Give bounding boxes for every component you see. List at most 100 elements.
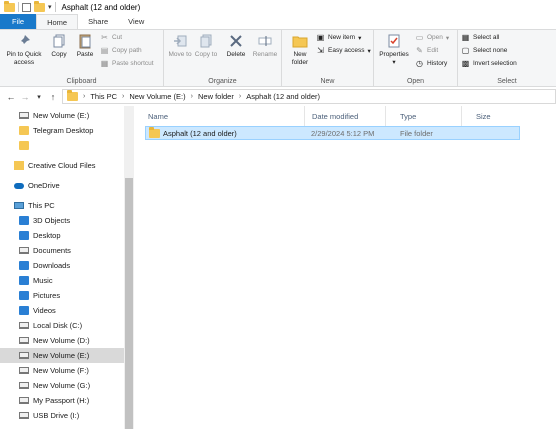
table-row[interactable]: Asphalt (12 and older) 2/29/2024 5:12 PM… (145, 126, 520, 140)
nav-item-desktop[interactable]: Desktop (0, 228, 124, 243)
copy-path-button[interactable]: ▤ Copy path (100, 46, 142, 55)
address-bar[interactable]: › This PC › New Volume (E:) › New folder… (62, 89, 556, 104)
drive-icon (19, 367, 29, 374)
column-header-date-modified[interactable]: Date modified (298, 106, 386, 126)
properties-button[interactable]: Properties ▾ (377, 33, 411, 67)
column-header-name[interactable]: Name (134, 106, 305, 126)
drive-icon (19, 352, 29, 359)
select-all-icon: ▦ (461, 33, 470, 42)
select-none-icon: ▢ (461, 46, 470, 55)
back-arrow-icon[interactable]: ← (4, 92, 18, 102)
breadcrumb-new-folder[interactable]: New folder (198, 92, 234, 101)
invert-selection-icon: ▩ (461, 59, 470, 68)
tab-home[interactable]: Home (36, 14, 79, 29)
history-button[interactable]: ◷ History (415, 59, 447, 68)
tab-file[interactable]: File (0, 14, 37, 29)
column-header-type[interactable]: Type (386, 106, 462, 126)
tab-share[interactable]: Share (78, 14, 118, 29)
nav-item-new-volume-f[interactable]: New Volume (F:) (0, 363, 124, 378)
customize-quick-access-icon[interactable]: ▾ (48, 3, 52, 11)
nav-item-music[interactable]: Music (0, 273, 124, 288)
pin-to-quick-access-button[interactable]: Pin to Quick access (3, 33, 45, 67)
nav-item-new-volume-e-selected[interactable]: New Volume (E:) (0, 348, 124, 363)
desktop-icon (19, 231, 29, 240)
column-header-size[interactable]: Size (462, 106, 522, 126)
rename-icon (257, 33, 273, 49)
nav-item-this-pc[interactable]: This PC (0, 198, 124, 213)
drive-icon (19, 337, 29, 344)
nav-item-new-volume-d[interactable]: New Volume (D:) (0, 333, 124, 348)
nav-item-pictures[interactable]: Pictures (0, 288, 124, 303)
cut-button[interactable]: ✂ Cut (100, 33, 122, 42)
chevron-right-icon[interactable]: › (239, 93, 241, 100)
forward-arrow-icon[interactable]: → (18, 92, 32, 102)
up-arrow-icon[interactable]: ↑ (46, 92, 60, 102)
nav-item-onedrive[interactable]: OneDrive (0, 178, 124, 193)
creative-cloud-icon (14, 161, 24, 170)
folder-icon (19, 141, 29, 150)
new-folder-icon (292, 33, 308, 49)
copy-button[interactable]: Copy (48, 33, 70, 59)
nav-item-creative-cloud-files[interactable]: Creative Cloud Files (0, 158, 124, 173)
new-folder-quick-icon[interactable] (34, 0, 45, 12)
breadcrumb-asphalt[interactable]: Asphalt (12 and older) (246, 92, 320, 101)
properties-quick-icon[interactable] (22, 2, 31, 12)
invert-selection-button[interactable]: ▩ Invert selection (461, 59, 517, 68)
folder-icon (19, 126, 29, 135)
organize-group: Move to Copy to Delete Rename Organize (164, 30, 282, 87)
copy-to-button[interactable]: Copy to (194, 33, 218, 59)
easy-access-button[interactable]: ⇲ Easy access ▾ (316, 46, 371, 55)
paste-icon (77, 33, 93, 49)
pin-icon (16, 33, 32, 49)
nav-item-telegram-desktop[interactable]: Telegram Desktop (0, 123, 124, 138)
ribbon: Pin to Quick access Copy Paste ✂ Cut ▤ C… (0, 29, 556, 87)
nav-item-folder[interactable] (0, 138, 124, 153)
copy-path-icon: ▤ (100, 46, 109, 55)
breadcrumb-new-volume-e[interactable]: New Volume (E:) (129, 92, 185, 101)
chevron-right-icon[interactable]: › (122, 93, 124, 100)
window-title: Asphalt (12 and older) (61, 2, 141, 12)
documents-icon (19, 247, 29, 254)
rename-button[interactable]: Rename (251, 33, 279, 59)
delete-x-icon (228, 33, 244, 49)
nav-item-documents[interactable]: Documents (0, 243, 124, 258)
nav-item-videos[interactable]: Videos (0, 303, 124, 318)
nav-item-usb-drive-i[interactable]: USB Drive (I:) (0, 408, 124, 423)
breadcrumb-this-pc[interactable]: This PC (90, 92, 117, 101)
delete-button[interactable]: Delete (224, 33, 248, 59)
chevron-right-icon: › (83, 93, 86, 100)
chevron-right-icon[interactable]: › (191, 93, 193, 100)
recent-locations-chevron-icon[interactable]: ▾ (32, 93, 46, 101)
nav-item-my-passport-h[interactable]: My Passport (H:) (0, 393, 124, 408)
drive-icon (19, 322, 29, 329)
move-to-button[interactable]: Move to (168, 33, 192, 59)
nav-item-3d-objects[interactable]: 3D Objects (0, 213, 124, 228)
navigation-pane: New Volume (E:) Telegram Desktop Creativ… (0, 106, 134, 429)
nav-item-new-volume-g[interactable]: New Volume (G:) (0, 378, 124, 393)
group-label-new: New (320, 78, 335, 85)
open-icon: ▭ (415, 33, 424, 42)
open-button[interactable]: ▭ Open ▾ (415, 33, 449, 42)
new-item-button[interactable]: ▣ New item ▾ (316, 33, 362, 42)
ribbon-tabs: File Home Share View (0, 14, 556, 29)
group-label-select: Select (497, 78, 517, 85)
drive-icon (19, 397, 29, 404)
select-all-button[interactable]: ▦ Select all (461, 33, 500, 42)
nav-item-new-volume-e[interactable]: New Volume (E:) (0, 108, 124, 123)
move-to-icon (172, 33, 188, 49)
paste-button[interactable]: Paste (73, 33, 97, 59)
nav-item-local-disk-c[interactable]: Local Disk (C:) (0, 318, 124, 333)
edit-button[interactable]: ✎ Edit (415, 46, 438, 55)
properties-check-icon (386, 33, 402, 49)
tab-view[interactable]: View (118, 14, 154, 29)
nav-item-downloads[interactable]: Downloads (0, 258, 124, 273)
new-folder-button[interactable]: New folder (286, 33, 314, 67)
select-none-button[interactable]: ▢ Select none (461, 46, 508, 55)
drive-icon (19, 412, 29, 419)
nav-scrollbar[interactable] (124, 106, 134, 429)
nav-scrollbar-thumb[interactable] (125, 178, 133, 429)
divider (18, 2, 19, 12)
paste-shortcut-button[interactable]: ▦ Paste shortcut (100, 59, 154, 68)
easy-access-icon: ⇲ (317, 46, 324, 55)
navigation-row: ← → ▾ ↑ › This PC › New Volume (E:) › Ne… (0, 88, 556, 106)
